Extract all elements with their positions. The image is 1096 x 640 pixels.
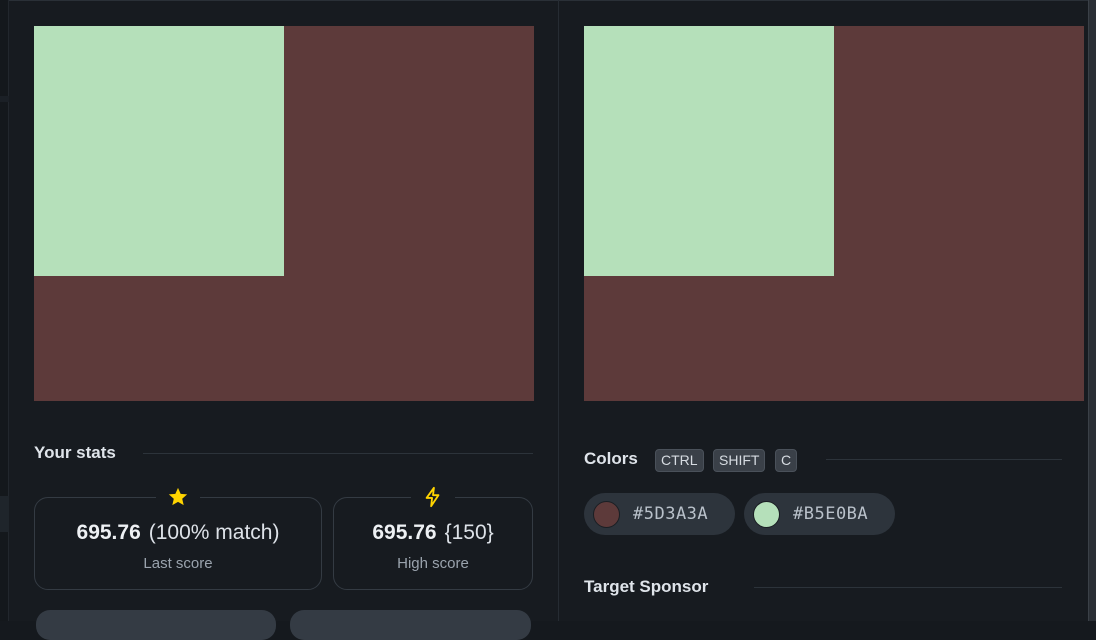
colors-title: Colors <box>584 449 638 468</box>
shortcut-key-shift: SHIFT <box>713 449 766 472</box>
color-hex-dark: #5D3A3A <box>633 504 709 524</box>
color-swatch-light <box>753 500 780 528</box>
shortcut-key-c: C <box>775 449 798 472</box>
high-score-caption: High score <box>397 555 469 572</box>
output-canvas <box>34 26 534 401</box>
colors-divider <box>826 459 1062 460</box>
color-chip-dark[interactable]: #5D3A3A <box>584 493 735 535</box>
left-edge <box>0 0 9 621</box>
high-score-value: 695.76 <box>372 521 437 544</box>
target-canvas <box>584 26 1084 401</box>
left-action-button[interactable] <box>36 610 276 640</box>
high-score-count: {150} <box>444 521 494 544</box>
last-score-match: (100% match) <box>148 521 280 544</box>
star-icon <box>168 487 188 506</box>
last-score-card: 695.76 (100% match) Last score <box>34 486 322 590</box>
high-score-card: 695.76 {150} High score <box>333 486 533 590</box>
color-hex-light: #B5E0BA <box>793 504 869 524</box>
lightning-icon <box>425 486 440 508</box>
sponsor-divider <box>754 587 1062 588</box>
target-square <box>584 26 834 276</box>
stats-title: Your stats <box>34 443 116 462</box>
sponsor-title: Target Sponsor <box>584 577 709 596</box>
shortcut-key-ctrl: CTRL <box>655 449 704 472</box>
last-score-caption: Last score <box>143 555 213 572</box>
last-score-value: 695.76 <box>76 521 141 544</box>
stats-divider <box>143 453 533 454</box>
color-chip-light[interactable]: #B5E0BA <box>744 493 895 535</box>
right-action-button[interactable] <box>290 610 531 640</box>
scrollbar[interactable] <box>1088 0 1096 621</box>
output-square <box>34 26 284 276</box>
color-swatch-dark <box>593 500 620 528</box>
